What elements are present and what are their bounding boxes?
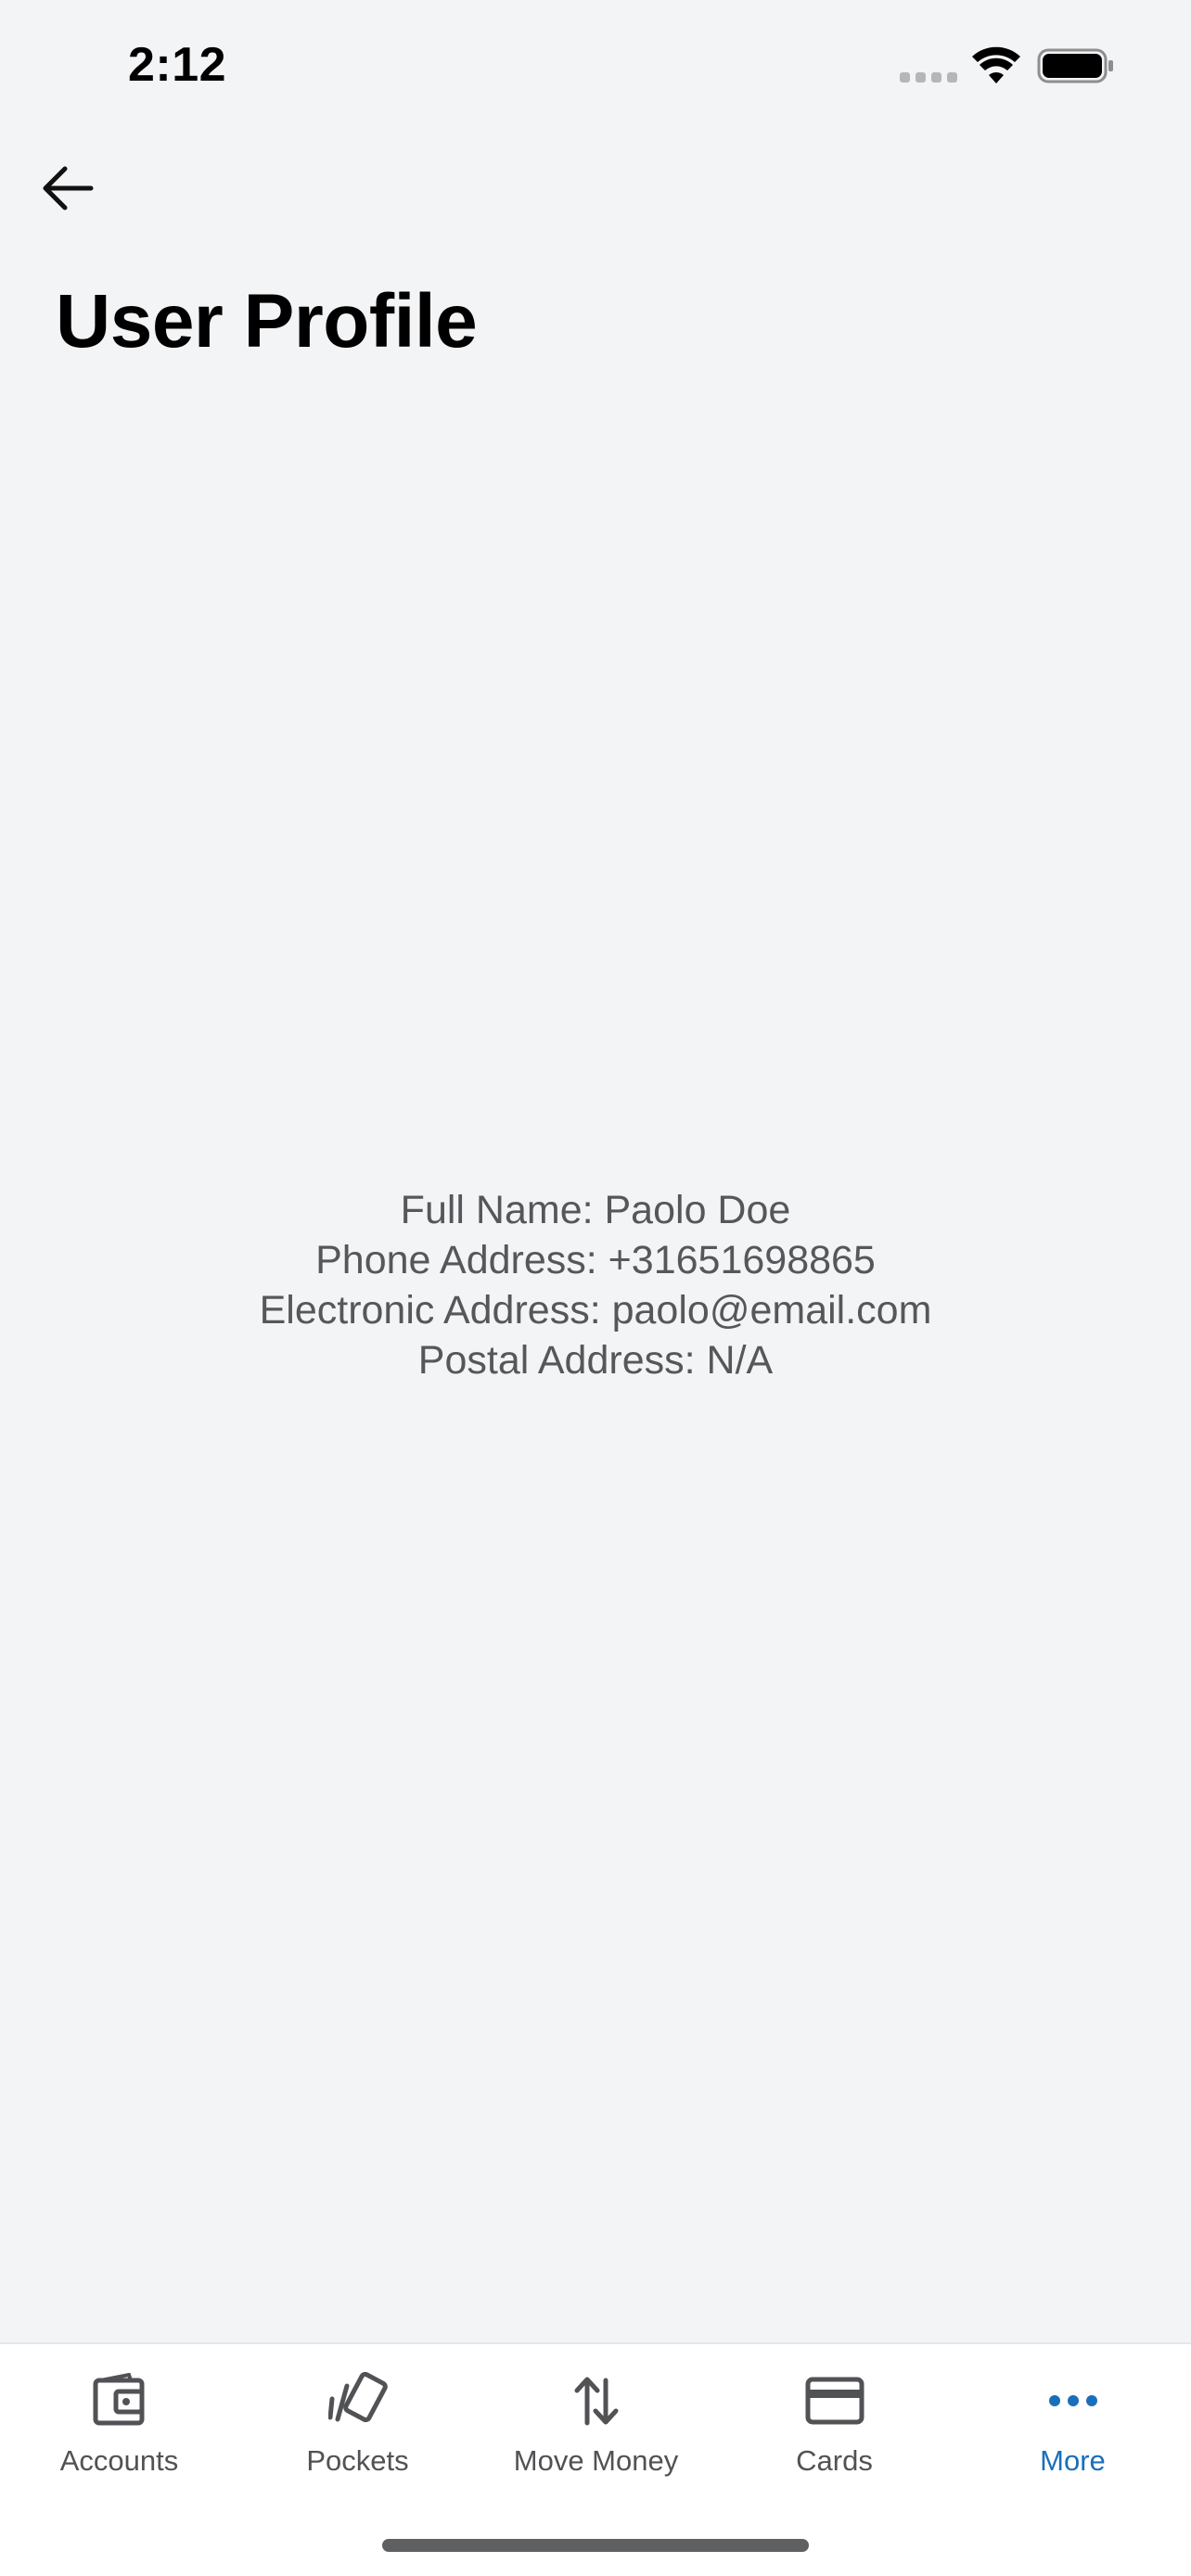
tab-pockets[interactable]: Pockets — [238, 2344, 477, 2502]
home-indicator[interactable] — [382, 2539, 809, 2552]
cellular-signal-icon — [900, 72, 957, 83]
wifi-icon — [972, 46, 1020, 85]
email-text: Electronic Address: paolo@email.com — [259, 1288, 932, 1333]
cards-fan-icon — [326, 2368, 391, 2433]
battery-icon — [1037, 46, 1115, 85]
tab-label-cards: Cards — [796, 2444, 873, 2477]
tab-label-pockets: Pockets — [306, 2444, 409, 2477]
page-title: User Profile — [56, 279, 478, 363]
back-button[interactable] — [32, 156, 104, 221]
tab-cards[interactable]: Cards — [715, 2344, 954, 2502]
tab-accounts[interactable]: Accounts — [0, 2344, 238, 2502]
postal-address-text: Postal Address: N/A — [417, 1338, 774, 1383]
tab-more[interactable]: More — [954, 2344, 1191, 2502]
phone-text: Phone Address: +31651698865 — [315, 1238, 876, 1282]
tab-label-more: More — [1040, 2444, 1106, 2477]
user-profile-screen: 2:12 User Profile Full Name: Paolo Doe P… — [0, 0, 1191, 2576]
transfer-arrows-icon — [564, 2368, 629, 2433]
wallet-icon — [87, 2368, 152, 2433]
status-bar: 2:12 — [0, 0, 1191, 139]
full-name-text: Full Name: Paolo Doe — [400, 1188, 791, 1232]
tab-move-money[interactable]: Move Money — [477, 2344, 715, 2502]
status-time: 2:12 — [128, 38, 227, 92]
arrow-left-icon — [43, 166, 94, 210]
profile-details: Full Name: Paolo Doe Phone Address: +316… — [0, 1185, 1191, 1385]
tab-label-move-money: Move Money — [513, 2444, 679, 2477]
more-dots-icon — [1041, 2368, 1106, 2433]
credit-card-icon — [802, 2368, 867, 2433]
tab-label-accounts: Accounts — [59, 2444, 179, 2477]
